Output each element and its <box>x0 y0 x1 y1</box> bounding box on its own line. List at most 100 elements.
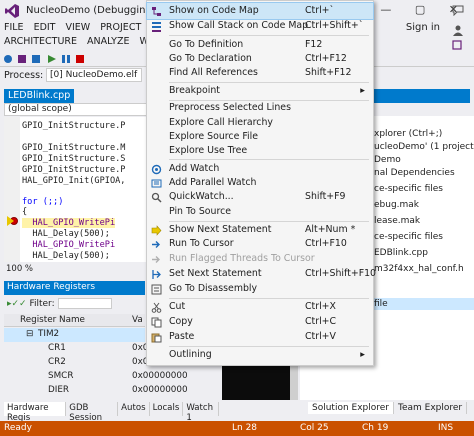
solution-item[interactable]: nal Dependencies <box>374 168 455 178</box>
menu-item-go-to-disassembly[interactable]: Go To Disassembly <box>147 281 373 297</box>
quickwatch-icon <box>151 192 162 203</box>
register-row[interactable]: CR1 0x0 <box>4 342 148 356</box>
solution-item[interactable]: Demo <box>374 155 401 165</box>
menu-edit[interactable]: EDIT <box>34 22 56 36</box>
menu-view[interactable]: VIEW <box>66 22 91 36</box>
register-row[interactable]: SMCR 0x00000000 <box>4 370 188 384</box>
menu-item-label: Go To Definition <box>169 39 244 50</box>
menu-item-label: QuickWatch... <box>169 191 234 202</box>
filter-icons[interactable]: ▸✓✓ <box>7 299 29 309</box>
code-editor[interactable]: GPIO_InitStructure.P GPIO_InitStructure.… <box>4 117 149 262</box>
process-dropdown[interactable]: [0] NucleoDemo.elf <box>46 68 142 82</box>
solution-item-selected[interactable]: file <box>374 299 388 309</box>
register-row[interactable]: CR2 0x00000000 <box>4 356 188 370</box>
status-line: Ln 28 <box>232 423 258 433</box>
current-statement-line: HAL_GPIO_WritePi <box>22 218 116 228</box>
menu-item-label: Pin To Source <box>169 206 232 217</box>
menu-item-label: Copy <box>169 316 193 327</box>
code-map-icon <box>152 7 161 16</box>
solution-item[interactable]: lease.mak <box>374 216 420 226</box>
toolbar-icons[interactable] <box>0 51 140 67</box>
process-label: Process: <box>4 70 44 81</box>
register-value: 0x00000000 <box>132 385 188 395</box>
register-row-tim2[interactable]: ⊟ TIM2 <box>4 328 145 342</box>
solution-item[interactable]: EDBlink.cpp <box>374 248 428 258</box>
menu-architecture[interactable]: ARCHITECTURE <box>4 36 77 50</box>
register-row[interactable]: DIER 0x00000000 <box>4 384 188 398</box>
menu-item-label: Go To Disassembly <box>169 283 258 294</box>
tab-gdb-session[interactable]: GDB Session <box>66 402 119 423</box>
solution-item[interactable]: ucleoDemo' (1 project) <box>374 142 474 152</box>
solution-search[interactable]: xplorer (Ctrl+;) <box>374 129 442 139</box>
menu-item-shortcut: Shift+F12 <box>305 67 352 78</box>
filter-input[interactable] <box>57 298 112 309</box>
menu-item-run-to-cursor[interactable]: Run To Cursor Ctrl+F10 <box>147 236 373 252</box>
status-text: Ready <box>4 423 32 433</box>
scope-dropdown[interactable]: (global scope) <box>4 103 149 116</box>
hardware-registers-toolbar: ▸✓✓ Filter: <box>4 296 145 312</box>
tab-autos[interactable]: Autos <box>118 402 150 416</box>
sign-in-link[interactable]: Sign in <box>406 22 440 33</box>
column-value[interactable]: Va <box>132 315 143 325</box>
menu-item-shortcut: Shift+F9 <box>305 191 346 202</box>
feedback-icon[interactable] <box>452 4 464 16</box>
menu-item-shortcut: Ctrl+V <box>305 331 336 342</box>
tab-solution-explorer[interactable]: Solution Explorer <box>308 402 394 414</box>
menu-item-pin-to-source[interactable]: Pin To Source <box>147 204 373 220</box>
solution-item[interactable]: ebug.mak <box>374 200 419 210</box>
menu-item-show-call-stack-on-code-map[interactable]: Show Call Stack on Code Map Ctrl+Shift+` <box>147 18 373 34</box>
hardware-registers-title: Hardware Registers <box>4 281 145 295</box>
status-col: Col 25 <box>300 423 329 433</box>
solution-item[interactable]: ce-specific files <box>374 184 443 194</box>
options-icon[interactable] <box>452 40 462 50</box>
account-icon[interactable] <box>452 24 464 36</box>
menu-item-breakpoint[interactable]: Breakpoint ▸ <box>147 83 373 99</box>
menu-item-copy[interactable]: Copy Ctrl+C <box>147 314 373 330</box>
menu-item-label: Run Flagged Threads To Cursor <box>169 253 315 264</box>
menu-item-outlining[interactable]: Outlining ▸ <box>147 347 373 363</box>
menu-project[interactable]: PROJECT <box>100 22 141 36</box>
tab-watch-1[interactable]: Watch 1 <box>183 402 219 423</box>
code-line: HAL_Delay(500); <box>22 251 110 261</box>
code-line: GPIO_InitStructure.S <box>22 154 126 164</box>
menu-item-show-on-code-map[interactable]: Show on Code Map Ctrl+` <box>146 2 374 20</box>
menu-item-run-flagged-threads-to-cursor[interactable]: Run Flagged Threads To Cursor <box>147 251 373 267</box>
tab-team-explorer[interactable]: Team Explorer <box>394 402 468 414</box>
menu-item-cut[interactable]: Cut Ctrl+X <box>147 299 373 315</box>
editor-gutter[interactable] <box>4 117 20 262</box>
menu-item-set-next-statement[interactable]: Set Next Statement Ctrl+Shift+F10 <box>147 266 377 282</box>
menu-item-label: Add Watch <box>169 163 220 174</box>
register-name: CR2 <box>48 357 66 367</box>
menu-item-shortcut: Ctrl+F12 <box>305 53 347 64</box>
menu-bar-row-2: ARCHITECTURE ANALYZE WIND <box>4 36 166 50</box>
status-ch: Ch 19 <box>362 423 389 433</box>
paste-icon <box>151 333 162 343</box>
column-register-name[interactable]: Register Name <box>20 315 85 325</box>
menu-item-label: Preprocess Selected Lines <box>169 102 291 113</box>
menu-separator <box>169 159 369 160</box>
menu-item-find-all-references[interactable]: Find All References Shift+F12 <box>147 65 373 81</box>
solution-item[interactable]: ce-specific files <box>374 232 443 242</box>
cut-icon <box>151 302 162 313</box>
menu-item-preprocess-selected-lines[interactable]: Preprocess Selected Lines <box>147 100 373 116</box>
code-line: GPIO_InitStructure.M <box>22 143 126 153</box>
menu-item-label: Show Next Statement <box>169 224 272 235</box>
menu-analyze[interactable]: ANALYZE <box>87 36 129 50</box>
tab-locals[interactable]: Locals <box>150 402 184 416</box>
menu-item-shortcut: Ctrl+Shift+F10 <box>305 268 377 279</box>
collapse-icon[interactable]: ⊟ <box>26 329 33 339</box>
register-name: SMCR <box>48 371 74 381</box>
code-line: HAL_GPIO_Init(GPIOA, <box>22 176 126 186</box>
register-name: DIER <box>48 385 70 395</box>
menu-file[interactable]: FILE <box>4 22 24 36</box>
menu-item-paste[interactable]: Paste Ctrl+V <box>147 329 373 345</box>
tab-hardware-registers[interactable]: Hardware Regis <box>4 402 67 423</box>
document-tab[interactable]: LEDBlink.cpp <box>4 89 75 103</box>
menu-item-quickwatch[interactable]: QuickWatch... Shift+F9 <box>147 189 373 205</box>
zoom-level[interactable]: 100 % <box>4 264 149 276</box>
status-bar: Ready Ln 28 Col 25 Ch 19 INS <box>0 421 474 436</box>
set-next-statement-icon <box>152 270 161 279</box>
menu-item-label: Paste <box>169 331 195 342</box>
solution-item[interactable]: m32f4xx_hal_conf.h <box>374 264 464 274</box>
menu-item-explore-use-tree[interactable]: Explore Use Tree <box>147 143 373 159</box>
